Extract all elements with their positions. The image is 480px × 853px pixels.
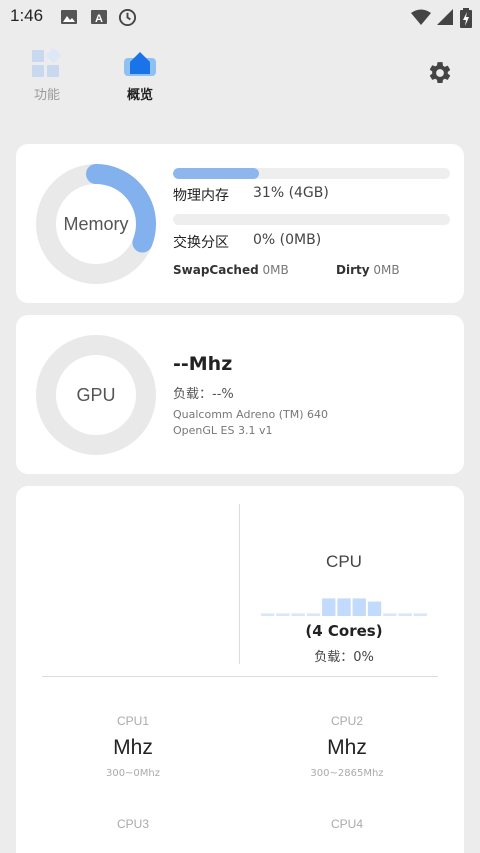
tab-overview-label: 概览: [126, 88, 153, 103]
memory-card[interactable]: Memory 物理内存 31% (4GB) 交换分区 0% (0MB) Swap…: [16, 144, 464, 303]
swap-row: 交换分区 0% (0MB): [173, 232, 321, 252]
swapcached-stat: SwapCached 0MB: [173, 263, 289, 277]
gpu-ring-label: GPU: [76, 384, 116, 405]
top-navigation: 功能 概览: [0, 34, 480, 124]
cpu-core-4: CPU4: [267, 817, 427, 831]
cpu-card[interactable]: CPU (4 Cores) 负载：0% CPU1 Mhz 300~0Mhz CP…: [16, 486, 464, 853]
image-icon: [61, 10, 77, 24]
cpu-load-graph: [261, 598, 427, 616]
swap-value: 0% (0MB): [253, 232, 322, 248]
cpu-graph-bar: [276, 613, 290, 616]
svg-text:A: A: [95, 13, 103, 25]
status-time: 1:46: [10, 6, 44, 25]
dirty-value: 0MB: [373, 263, 400, 277]
swap-bar: [173, 214, 450, 225]
cpu-core-1: CPU1 Mhz 300~0Mhz: [53, 714, 213, 779]
cpu-core-3: CPU3: [53, 817, 213, 831]
text-a-icon: A: [91, 10, 107, 25]
cpu-graph-bar: [291, 613, 305, 616]
cpu-graph-bar: [413, 613, 427, 616]
gpu-frequency: --Mhz: [173, 353, 233, 375]
gpu-renderer: Qualcomm Adreno (TM) 640: [173, 408, 328, 421]
swapcached-label: SwapCached: [173, 263, 259, 277]
physical-memory-bar: [173, 168, 450, 179]
clock-icon: [118, 8, 137, 27]
gpu-api-version: OpenGL ES 3.1 v1: [173, 424, 273, 437]
gear-icon[interactable]: [427, 60, 453, 86]
cpu-load: 负载：0%: [314, 650, 374, 665]
cpu-graph-bar: [352, 598, 366, 616]
status-bar: 1:46 A: [0, 0, 480, 34]
cpu-core-count: (4 Cores): [305, 622, 383, 640]
tab-function[interactable]: 功能: [12, 46, 82, 103]
battery-charging-icon: [460, 8, 472, 28]
physical-memory-label: 物理内存: [173, 188, 229, 204]
cpu-graph-bar: [383, 613, 397, 616]
signal-icon: [437, 9, 453, 25]
cpu-title: CPU: [326, 552, 362, 571]
cpu-core-2-range: 300~2865Mhz: [310, 768, 384, 779]
function-grid-icon: [32, 48, 61, 77]
cpu-graph-bar: [306, 613, 321, 616]
swapcached-value: 0MB: [262, 263, 289, 277]
cpu-core-2-name: CPU2: [330, 714, 363, 728]
gpu-card[interactable]: GPU --Mhz 负载：--% Qualcomm Adreno (TM) 64…: [16, 315, 464, 474]
cpu-graph-bar: [261, 613, 275, 616]
cpu-core-2: CPU2 Mhz 300~2865Mhz: [267, 714, 427, 779]
cpu-divider-vertical: [239, 504, 240, 664]
cpu-core-1-name: CPU1: [116, 714, 149, 728]
cpu-core-1-range: 300~0Mhz: [105, 768, 161, 779]
cpu-core-3-name: CPU3: [116, 817, 149, 831]
cpu-core-1-freq: Mhz: [113, 736, 153, 759]
physical-memory-bar-fill: [173, 168, 259, 179]
cpu-divider-horizontal: [42, 676, 438, 677]
dirty-stat: Dirty 0MB: [336, 263, 400, 277]
swap-label: 交换分区: [173, 235, 229, 251]
physical-memory-row: 物理内存 31% (4GB): [173, 185, 329, 205]
cpu-core-4-name: CPU4: [330, 817, 363, 831]
tab-function-label: 功能: [33, 88, 60, 103]
gpu-load: 负载：--%: [173, 387, 234, 402]
cpu-graph-bar: [322, 598, 336, 616]
overview-house-icon: [124, 52, 156, 76]
physical-memory-value: 31% (4GB): [253, 185, 329, 201]
cpu-graph-bar: [398, 613, 412, 616]
cpu-core-2-freq: Mhz: [327, 736, 367, 759]
cpu-graph-bar: [367, 601, 382, 616]
dirty-label: Dirty: [336, 263, 370, 277]
cpu-graph-bar: [337, 598, 351, 616]
wifi-icon: [411, 9, 431, 25]
tab-overview[interactable]: 概览: [105, 46, 175, 103]
memory-ring-label: Memory: [63, 213, 129, 234]
